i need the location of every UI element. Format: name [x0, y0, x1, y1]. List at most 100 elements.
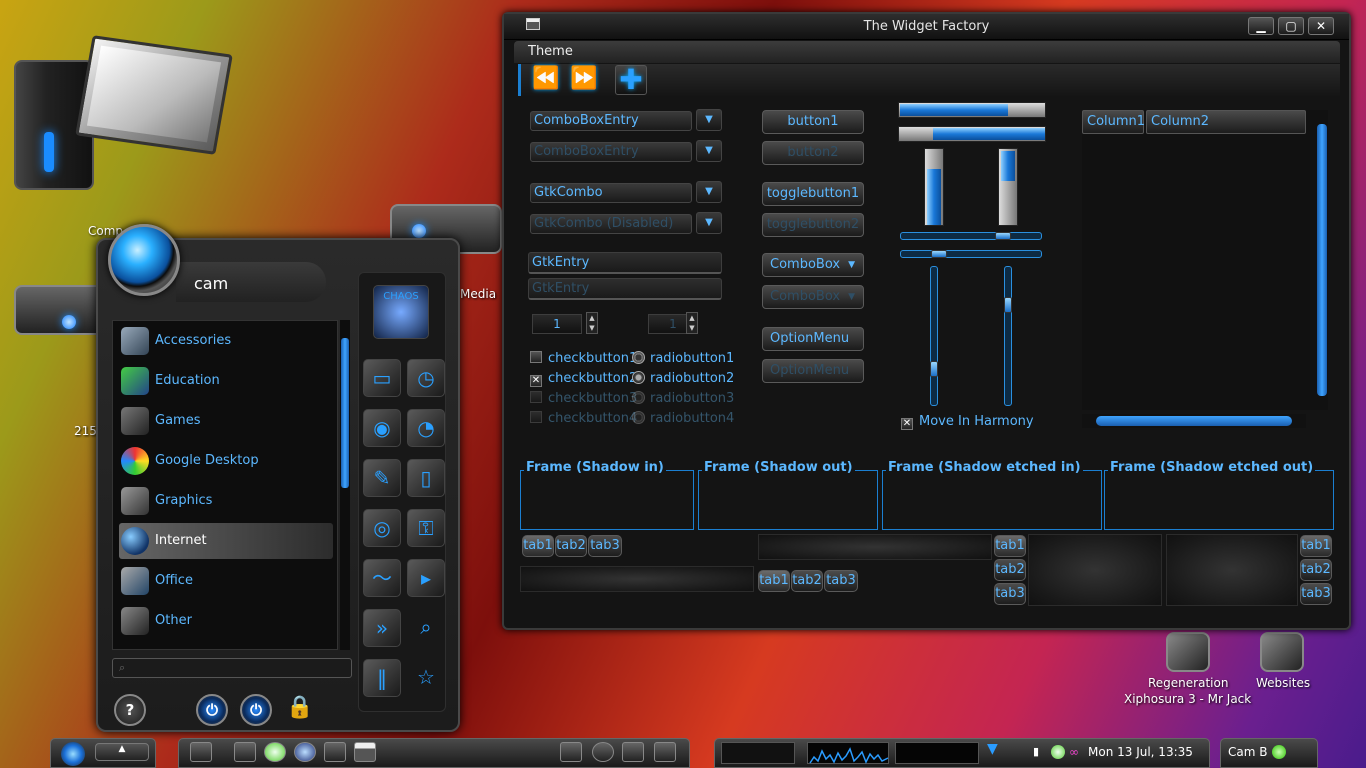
launcher-files-icon[interactable] [190, 742, 212, 762]
monitor-icon[interactable]: 〜 [363, 559, 401, 597]
comboboxentry[interactable]: ComboBoxEntry [530, 111, 692, 131]
category-scrollbar[interactable] [340, 320, 350, 650]
close-button[interactable]: ✕ [1308, 17, 1334, 35]
hscale-1[interactable] [900, 232, 1042, 240]
move-in-harmony-check[interactable]: ✕ Move In Harmony [901, 414, 1034, 430]
treeview-vscrollbar[interactable] [1316, 110, 1328, 410]
search-icon[interactable]: ⌕ [407, 609, 445, 647]
notebook3-tab3[interactable]: tab3 [994, 583, 1026, 605]
media-icon[interactable]: » [363, 609, 401, 647]
websites-folder-icon[interactable] [1260, 632, 1304, 672]
search-input[interactable]: ⌕ [112, 658, 352, 678]
radiobutton2[interactable]: radiobutton2 [632, 371, 734, 389]
gtkentry[interactable]: GtkEntry [528, 252, 722, 274]
hscale-1-knob[interactable] [995, 232, 1011, 240]
desktop-icon-label-regeneration[interactable]: Regeneration [1148, 676, 1228, 690]
drive-icon-left[interactable] [14, 285, 104, 335]
shutdown-icon[interactable]: ⏻ [240, 694, 272, 726]
launcher-cabinet-icon[interactable] [324, 742, 346, 762]
notebook2-tab1[interactable]: tab1 [758, 570, 790, 592]
checkbutton2[interactable]: ✕ checkbutton2 [530, 371, 637, 389]
star-icon[interactable]: ☆ [407, 659, 445, 697]
gtkcombo[interactable]: GtkCombo [530, 183, 692, 203]
webcam-icon[interactable]: ◉ [363, 409, 401, 447]
vscrollbar-thumb[interactable] [1317, 124, 1327, 396]
category-games[interactable]: Games [119, 403, 333, 439]
hscale-2[interactable] [900, 250, 1042, 258]
hscale-2-knob[interactable] [931, 250, 947, 258]
notebook2-tab2[interactable]: tab2 [791, 570, 823, 592]
user-status[interactable]: Cam B [1228, 745, 1267, 759]
comboboxentry-arrow[interactable]: ▼ [696, 109, 722, 131]
minimize-button[interactable]: ▁ [1248, 17, 1274, 35]
notebook1-tab3[interactable]: tab3 [588, 535, 622, 557]
checkbutton1[interactable]: checkbutton1 [530, 351, 637, 369]
signal-icon[interactable]: ▮ [1033, 745, 1047, 759]
combobox[interactable]: ComboBox ▼ [762, 253, 864, 277]
devices-icon[interactable]: ▯ [407, 459, 445, 497]
chart-icon[interactable]: ◔ [407, 409, 445, 447]
gtkcombo-arrow[interactable]: ▼ [696, 181, 722, 203]
lock-icon[interactable]: 🔒 [284, 694, 316, 726]
radiobutton1[interactable]: radiobutton1 [632, 351, 734, 369]
eye-icon[interactable]: ◎ [363, 509, 401, 547]
back-icon[interactable]: ⏪ [531, 68, 561, 92]
title-bar[interactable]: The Widget Factory ▁ ▢ ✕ [504, 14, 1349, 40]
notebook2-tab3[interactable]: tab3 [824, 570, 858, 592]
category-office[interactable]: Office [119, 563, 333, 599]
column1-header[interactable]: Column1 [1082, 110, 1145, 134]
optionmenu[interactable]: OptionMenu [762, 327, 864, 351]
category-internet[interactable]: Internet [119, 523, 333, 559]
category-education[interactable]: Education [119, 363, 333, 399]
pause-icon[interactable]: ‖ [363, 659, 401, 697]
treeview-hscrollbar[interactable] [1082, 414, 1306, 428]
terminal-icon[interactable]: ▸ [407, 559, 445, 597]
notebook4-tab1[interactable]: tab1 [1300, 535, 1332, 557]
maximize-button[interactable]: ▢ [1278, 17, 1304, 35]
notebook4-tab2[interactable]: tab2 [1300, 559, 1332, 581]
show-desktop-button[interactable]: ▲ [95, 743, 149, 761]
help-icon[interactable]: ? [114, 694, 146, 726]
menu-theme[interactable]: Theme [528, 44, 573, 59]
desktop-icon-label-websites[interactable]: Websites [1256, 676, 1310, 690]
togglebutton1[interactable]: togglebutton1 [762, 182, 864, 206]
vscale-2-knob[interactable] [1004, 297, 1012, 313]
logout-icon[interactable]: ⏻ [196, 694, 228, 726]
spinbutton-1-arrows[interactable]: ▲ ▼ [586, 312, 598, 334]
launcher-chat-icon[interactable] [234, 742, 256, 762]
tray-internet-icon[interactable] [592, 742, 614, 762]
clock[interactable]: Mon 13 Jul, 13:35 [1088, 745, 1193, 759]
start-orb-icon[interactable] [61, 742, 85, 766]
workspace-pager[interactable] [721, 742, 795, 764]
forward-icon[interactable]: ⏩ [569, 68, 599, 92]
vscale-1-knob[interactable] [930, 361, 938, 377]
category-accessories[interactable]: Accessories [119, 323, 333, 359]
category-google-desktop[interactable]: Google Desktop [119, 443, 333, 479]
button1[interactable]: button1 [762, 110, 864, 134]
notebook1-tab2[interactable]: tab2 [555, 535, 587, 557]
desktop-icon-label-215[interactable]: 215 [74, 424, 97, 438]
clock-icon[interactable]: ◷ [407, 359, 445, 397]
launcher-browser-icon[interactable] [294, 742, 316, 762]
add-icon[interactable]: ✚ [615, 65, 647, 95]
updates-icon[interactable] [1051, 745, 1065, 759]
notebook3-tab2[interactable]: tab2 [994, 559, 1026, 581]
vscale-1[interactable] [930, 266, 938, 406]
volume-icon[interactable]: ▼ [987, 741, 1011, 763]
user-orb-icon[interactable] [108, 224, 180, 296]
tray-devices-icon[interactable] [622, 742, 644, 762]
desktop-icon-label-media[interactable]: Media [460, 287, 496, 301]
vscale-2[interactable] [1004, 266, 1012, 406]
chaos-logo-icon[interactable]: CHAOS [373, 285, 429, 339]
notebook1-tab1[interactable]: tab1 [522, 535, 554, 557]
category-other[interactable]: Other [119, 603, 333, 639]
launcher-window-icon[interactable] [354, 742, 376, 762]
messenger-icon[interactable]: ∞ [1069, 745, 1083, 759]
spinbutton-1[interactable]: 1 [532, 314, 582, 334]
notebook4-tab3[interactable]: tab3 [1300, 583, 1332, 605]
notebook3-tab1[interactable]: tab1 [994, 535, 1026, 557]
hscrollbar-thumb[interactable] [1096, 416, 1292, 426]
regeneration-folder-icon[interactable] [1166, 632, 1210, 672]
tray-graphics-icon[interactable] [560, 742, 582, 762]
computer-icon[interactable]: ▭ [363, 359, 401, 397]
